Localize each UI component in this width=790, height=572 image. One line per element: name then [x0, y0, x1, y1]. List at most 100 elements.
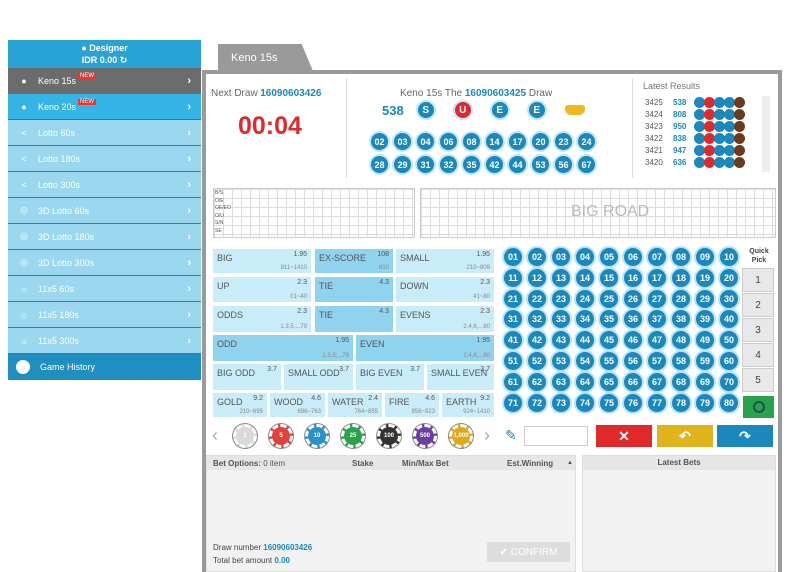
- keno-number-ball[interactable]: 24: [574, 287, 596, 310]
- keno-number-ball[interactable]: 11: [502, 266, 524, 289]
- keno-number-ball[interactable]: 59: [694, 350, 716, 372]
- bet-option[interactable]: BIG 1.95 811~1410: [212, 248, 312, 274]
- bet-option[interactable]: SMALL 1.95 210~809: [395, 248, 495, 274]
- quick-pick-2[interactable]: 2: [742, 293, 774, 317]
- keno-number-ball[interactable]: 73: [550, 391, 572, 414]
- keno-number-ball[interactable]: 70: [718, 370, 740, 393]
- keno-number-ball[interactable]: 13: [550, 266, 572, 289]
- keno-number-ball[interactable]: 05: [598, 246, 620, 268]
- refresh-icon[interactable]: ↻: [120, 55, 128, 65]
- keno-number-ball[interactable]: 22: [526, 287, 548, 310]
- bet-option[interactable]: WATER 2.4 764~855: [327, 392, 383, 418]
- keno-number-ball[interactable]: 09: [694, 246, 716, 268]
- sidebar-item-2[interactable]: < Lotto 60s ›: [8, 120, 201, 146]
- results-scrollbar[interactable]: [762, 96, 770, 172]
- keno-number-ball[interactable]: 52: [526, 350, 548, 372]
- clear-button[interactable]: ✕: [596, 425, 652, 447]
- keno-number-ball[interactable]: 10: [718, 246, 740, 268]
- keno-number-ball[interactable]: 58: [670, 350, 692, 372]
- quick-pick-4[interactable]: 4: [742, 343, 774, 367]
- keno-number-ball[interactable]: 67: [646, 370, 668, 393]
- quick-pick-1[interactable]: 1: [742, 268, 774, 292]
- sidebar-item-3[interactable]: < Lotto 180s ›: [8, 146, 201, 172]
- chips-prev-arrow[interactable]: ‹: [212, 425, 218, 446]
- keno-number-ball[interactable]: 56: [622, 350, 644, 372]
- keno-number-ball[interactable]: 62: [526, 370, 548, 393]
- keno-number-ball[interactable]: 12: [526, 266, 548, 289]
- confirm-button[interactable]: ✔ CONFIRM: [487, 542, 570, 562]
- keno-number-ball[interactable]: 03: [550, 246, 572, 268]
- keno-number-ball[interactable]: 55: [598, 350, 620, 372]
- quick-pick-3[interactable]: 3: [742, 318, 774, 342]
- chip-5[interactable]: 500: [413, 424, 437, 448]
- bet-option[interactable]: EARTH 9.2 924~1410: [441, 392, 495, 418]
- keno-number-ball[interactable]: 79: [694, 391, 716, 414]
- sidebar-item-1[interactable]: ● Keno 20s NEW ›: [8, 94, 201, 120]
- keno-number-ball[interactable]: 23: [550, 287, 572, 310]
- keno-number-ball[interactable]: 71: [502, 391, 524, 414]
- keno-number-ball[interactable]: 14: [574, 266, 596, 289]
- keno-number-ball[interactable]: 26: [622, 287, 644, 310]
- sidebar-item-4[interactable]: < Lotto 300s ›: [8, 172, 201, 198]
- keno-number-ball[interactable]: 75: [598, 391, 620, 414]
- keno-number-ball[interactable]: 29: [694, 287, 716, 310]
- chip-6[interactable]: 1,000: [449, 424, 473, 448]
- keno-number-ball[interactable]: 19: [694, 266, 716, 289]
- game-history-link[interactable]: Game History: [8, 354, 201, 380]
- bet-option[interactable]: EVENS 2.3 2,4,6,...80: [395, 305, 495, 333]
- keno-number-ball[interactable]: 78: [670, 391, 692, 414]
- keno-number-ball[interactable]: 77: [646, 391, 668, 414]
- keno-number-ball[interactable]: 53: [550, 350, 572, 372]
- bet-option[interactable]: WOOD 4.6 696~763: [269, 392, 326, 418]
- chip-4[interactable]: 100: [377, 424, 401, 448]
- keno-number-ball[interactable]: 18: [670, 266, 692, 289]
- keno-number-ball[interactable]: 06: [622, 246, 644, 268]
- pencil-icon[interactable]: ✎: [505, 427, 517, 444]
- sidebar-item-0[interactable]: ● Keno 15s NEW ›: [8, 68, 201, 94]
- tab-keno-15s[interactable]: Keno 15s: [218, 44, 313, 71]
- sidebar-item-5[interactable]: ◎ 3D Lotto 60s ›: [8, 198, 201, 224]
- sidebar-item-6[interactable]: ◎ 3D Lotto 180s ›: [8, 224, 201, 250]
- chips-next-arrow[interactable]: ›: [484, 425, 490, 446]
- bet-option[interactable]: EVEN 1.95 2,4,6,...80: [355, 334, 495, 362]
- keno-number-ball[interactable]: 21: [502, 287, 524, 310]
- keno-number-ball[interactable]: 28: [670, 287, 692, 310]
- bet-option[interactable]: TIE 4.3: [314, 276, 394, 303]
- quick-pick-random-button[interactable]: [743, 396, 774, 418]
- bet-option[interactable]: GOLD 9.2 210~695: [212, 392, 268, 418]
- keno-number-ball[interactable]: 17: [646, 266, 668, 289]
- bet-option[interactable]: BIG ODD 3.7: [212, 363, 282, 391]
- keno-number-ball[interactable]: 57: [646, 350, 668, 372]
- bet-option[interactable]: TIE 4.3: [314, 305, 394, 333]
- chip-0[interactable]: 1: [233, 424, 257, 448]
- keno-number-ball[interactable]: 65: [598, 370, 620, 393]
- keno-number-ball[interactable]: 76: [622, 391, 644, 414]
- keno-number-ball[interactable]: 04: [574, 246, 596, 268]
- keno-number-ball[interactable]: 63: [550, 370, 572, 393]
- keno-number-ball[interactable]: 16: [622, 266, 644, 289]
- stake-input[interactable]: [524, 426, 588, 446]
- sidebar-item-9[interactable]: ☼ 11x5 180s ›: [8, 302, 201, 328]
- keno-number-ball[interactable]: 80: [718, 391, 740, 414]
- keno-number-ball[interactable]: 66: [622, 370, 644, 393]
- keno-number-ball[interactable]: 54: [574, 350, 596, 372]
- sidebar-item-8[interactable]: ☼ 11x5 60s ›: [8, 276, 201, 302]
- bet-option[interactable]: EX-SCORE 108 810: [314, 248, 394, 274]
- collapse-icon[interactable]: ▲: [567, 460, 573, 466]
- bet-option[interactable]: FIRE 4.6 856~923: [384, 392, 440, 418]
- keno-number-ball[interactable]: 68: [670, 370, 692, 393]
- quick-pick-5[interactable]: 5: [742, 368, 774, 392]
- keno-number-ball[interactable]: 01: [502, 246, 524, 268]
- keno-number-ball[interactable]: 72: [526, 391, 548, 414]
- bet-option[interactable]: SMALL ODD 3.7: [283, 363, 354, 391]
- keno-number-ball[interactable]: 08: [670, 246, 692, 268]
- chip-2[interactable]: 10: [305, 424, 329, 448]
- keno-number-ball[interactable]: 64: [574, 370, 596, 393]
- chip-1[interactable]: 5: [269, 424, 293, 448]
- keno-number-ball[interactable]: 25: [598, 287, 620, 310]
- keno-number-ball[interactable]: 02: [526, 246, 548, 268]
- bet-option[interactable]: SMALL EVEN 3.7: [426, 363, 495, 391]
- keno-number-ball[interactable]: 07: [646, 246, 668, 268]
- bet-option[interactable]: DOWN 2.3 41~80: [395, 276, 495, 303]
- keno-number-ball[interactable]: 15: [598, 266, 620, 289]
